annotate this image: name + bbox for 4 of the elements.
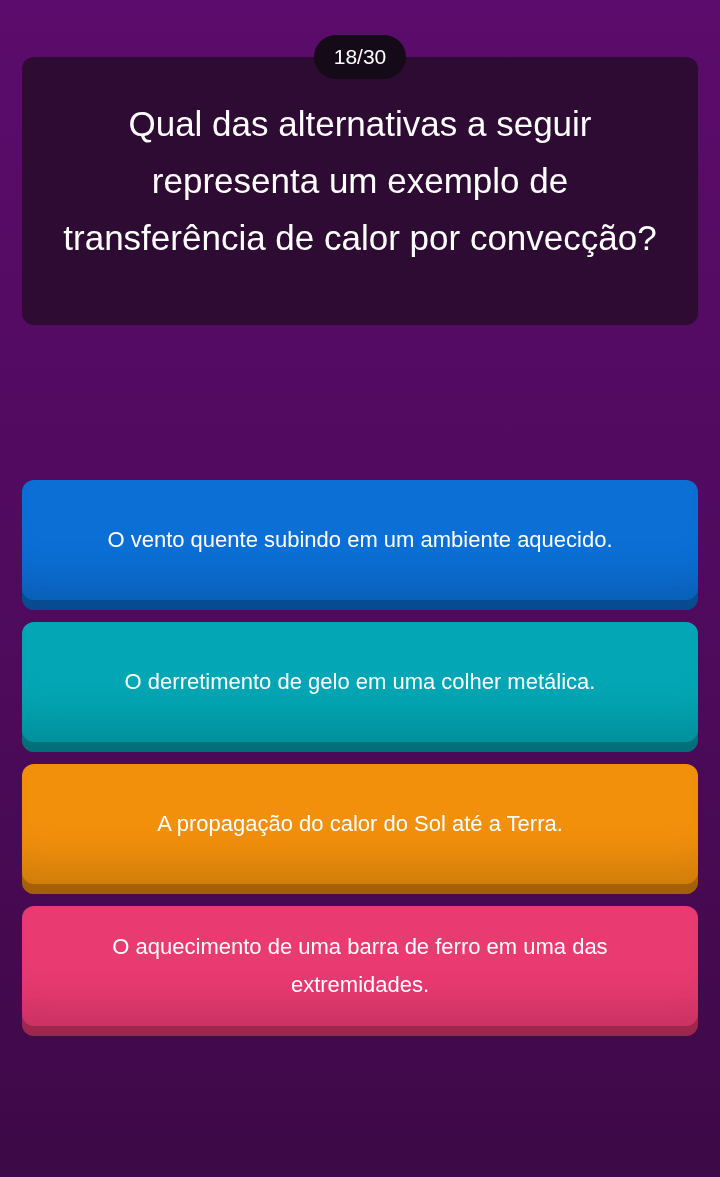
answer-option[interactable]: O aquecimento de uma barra de ferro em uma das extremidades. <box>22 906 698 1036</box>
answer-option[interactable]: O derretimento de gelo em uma colher metálica. <box>22 622 698 752</box>
answer-option[interactable]: O vento quente subindo em um ambiente aquecido. <box>22 480 698 610</box>
answer-option[interactable]: A propagação do calor do Sol até a Terra. <box>22 764 698 894</box>
